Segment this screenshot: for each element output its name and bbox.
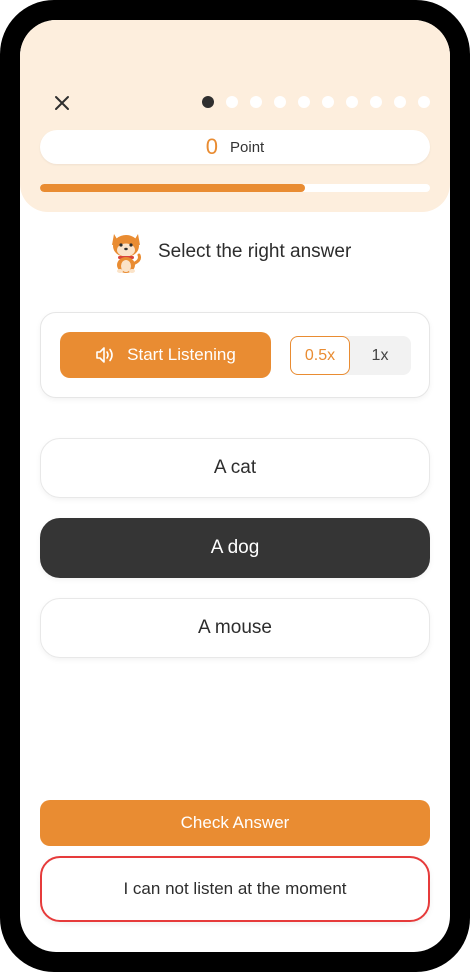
question-dot-current [202, 96, 214, 108]
points-value: 0 [205, 134, 219, 159]
start-listening-button[interactable]: Start Listening [60, 332, 271, 378]
close-icon [55, 96, 69, 110]
prompt-row: Select the right answer [108, 230, 351, 274]
question-dot [274, 96, 286, 108]
cannot-listen-button[interactable]: I can not listen at the moment [40, 856, 430, 922]
question-dot [226, 96, 238, 108]
speed-option-1x[interactable]: 1x [350, 336, 410, 375]
question-progress-dots [202, 96, 430, 108]
speaker-icon [96, 347, 113, 363]
progress-fill [40, 184, 306, 192]
question-dot [298, 96, 310, 108]
question-dot [250, 96, 262, 108]
shiba-dog-mascot-icon [112, 234, 141, 273]
phone-frame: 0 Point Select the right answer Start Li… [0, 0, 470, 972]
playback-speed-toggle: 0.5x 1x [290, 336, 411, 375]
question-dot [418, 96, 430, 108]
answer-option-a-cat[interactable]: A cat [40, 438, 430, 498]
question-dot [394, 96, 406, 108]
answer-option-a-dog[interactable]: A dog [40, 518, 430, 578]
question-dot [322, 96, 334, 108]
close-button[interactable] [50, 91, 74, 115]
answer-option-a-mouse[interactable]: A mouse [40, 598, 430, 658]
question-dot [370, 96, 382, 108]
quiz-screen: 0 Point Select the right answer Start Li… [20, 20, 450, 952]
prompt-text: Select the right answer [158, 241, 352, 262]
question-dot [346, 96, 358, 108]
points-pill: 0 Point [40, 130, 430, 164]
points-label: Point [230, 138, 265, 156]
start-listening-label: Start Listening [127, 345, 236, 364]
header-panel: 0 Point [20, 20, 450, 212]
speed-option-0-5x[interactable]: 0.5x [290, 336, 350, 375]
progress-bar [40, 184, 430, 192]
check-answer-button[interactable]: Check Answer [40, 800, 430, 846]
listening-card: Start Listening 0.5x 1x [40, 312, 430, 398]
